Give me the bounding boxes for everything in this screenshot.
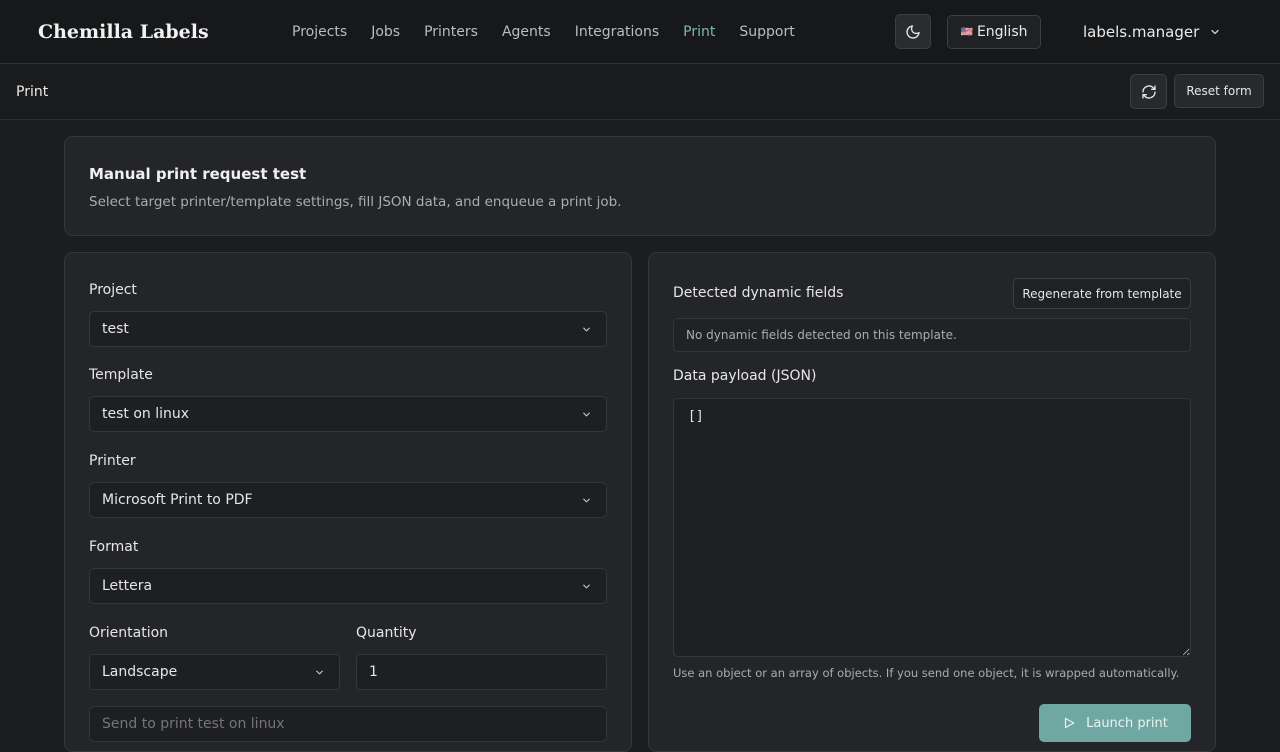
chevron-down-icon: [583, 327, 590, 332]
nav-printers[interactable]: Printers: [424, 24, 478, 40]
print-settings-card: Project test Template test on linux Prin…: [64, 252, 632, 752]
nav-print[interactable]: Print: [683, 24, 715, 40]
json-payload-textarea[interactable]: []: [673, 398, 1191, 657]
page-title: Print: [16, 84, 49, 100]
page-header: Print Reset form: [0, 64, 1280, 120]
dynamic-fields-empty: No dynamic fields detected on this templ…: [673, 318, 1191, 352]
template-label: Template: [89, 367, 153, 383]
quantity-label: Quantity: [356, 625, 417, 641]
json-payload-label: Data payload (JSON): [673, 368, 817, 384]
language-selector[interactable]: 🇺🇸 English: [947, 15, 1041, 49]
intro-card: Manual print request test Select target …: [64, 136, 1216, 236]
orientation-value: Landscape: [102, 664, 178, 680]
dynamic-fields-label: Detected dynamic fields: [673, 285, 844, 301]
moon-icon: [906, 24, 920, 39]
chevron-down-icon: [316, 670, 323, 675]
orientation-label: Orientation: [89, 625, 169, 641]
reset-form-button[interactable]: Reset form: [1174, 74, 1264, 108]
chevron-down-icon: [583, 412, 590, 417]
nav-integrations[interactable]: Integrations: [575, 24, 659, 40]
refresh-icon: [1141, 84, 1156, 99]
nav-agents[interactable]: Agents: [502, 24, 551, 40]
nav-support[interactable]: Support: [739, 24, 794, 40]
us-flag-icon: 🇺🇸: [960, 26, 973, 38]
intro-description: Select target printer/template settings,…: [89, 194, 622, 210]
quantity-input[interactable]: [356, 654, 607, 690]
play-icon: [1065, 717, 1075, 729]
brand-logo[interactable]: Chemilla Labels: [38, 0, 209, 64]
orientation-select[interactable]: Landscape: [89, 654, 340, 690]
printer-label: Printer: [89, 453, 136, 469]
payload-card: Detected dynamic fields Regenerate from …: [648, 252, 1216, 752]
job-name-input[interactable]: [89, 706, 607, 742]
user-menu[interactable]: labels.manager: [1083, 0, 1221, 64]
printer-value: Microsoft Print to PDF: [102, 492, 253, 508]
project-select[interactable]: test: [89, 311, 607, 347]
nav-jobs[interactable]: Jobs: [371, 24, 400, 40]
template-value: test on linux: [102, 406, 190, 422]
chevron-down-icon: [583, 498, 590, 503]
format-label: Format: [89, 539, 139, 555]
format-select[interactable]: Lettera: [89, 568, 607, 604]
project-label: Project: [89, 282, 137, 298]
chevron-down-icon: [1211, 29, 1219, 35]
launch-print-button[interactable]: Launch print: [1039, 704, 1191, 742]
nav-projects[interactable]: Projects: [292, 24, 347, 40]
launch-print-label: Launch print: [1086, 715, 1168, 731]
theme-toggle-button[interactable]: [895, 14, 931, 49]
template-select[interactable]: test on linux: [89, 396, 607, 432]
top-navbar: Chemilla Labels Projects Jobs Printers A…: [0, 0, 1280, 64]
regenerate-button[interactable]: Regenerate from template: [1013, 278, 1191, 309]
username: labels.manager: [1083, 23, 1200, 41]
language-label: English: [976, 24, 1028, 40]
chevron-down-icon: [583, 584, 590, 589]
intro-title: Manual print request test: [89, 165, 307, 183]
printer-select[interactable]: Microsoft Print to PDF: [89, 482, 607, 518]
refresh-button[interactable]: [1130, 74, 1167, 109]
format-value: Lettera: [102, 578, 153, 594]
project-value: test: [102, 321, 129, 337]
json-payload-hint: Use an object or an array of objects. If…: [673, 666, 1180, 680]
main-nav: Projects Jobs Printers Agents Integratio…: [292, 0, 795, 64]
